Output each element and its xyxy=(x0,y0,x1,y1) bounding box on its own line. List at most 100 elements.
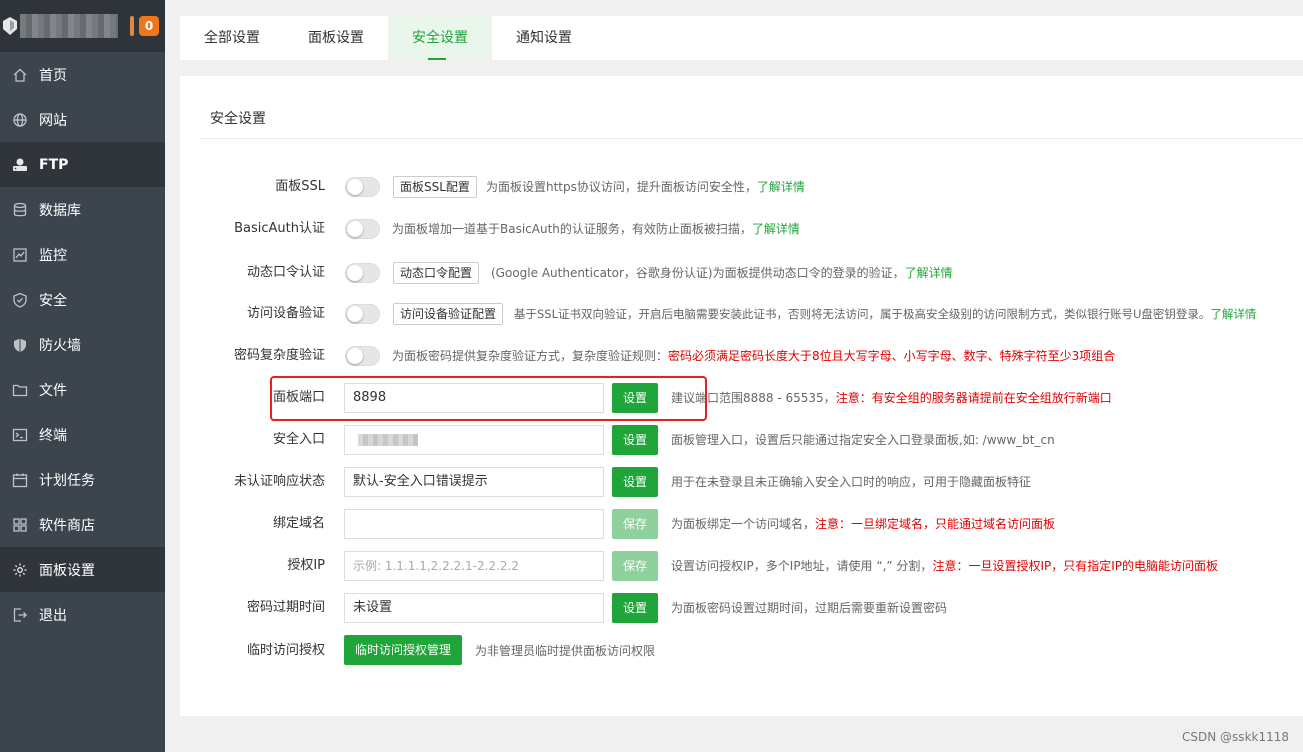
warning-text: 注意：有安全组的服务器请提前在安全组放行新端口 xyxy=(835,391,1112,405)
sidebar-item-label: 网站 xyxy=(39,112,67,129)
warning-text: 注意：一旦绑定域名，只能通过域名访问面板 xyxy=(815,517,1056,531)
field-label: 访问设备验证 xyxy=(246,306,325,321)
description-text: 为面板密码提供复杂度验证方式，复杂度验证规则： xyxy=(392,349,669,363)
learn-more-link[interactable]: 了解详情 xyxy=(752,222,800,236)
password-expire-set-button[interactable]: 设置 xyxy=(612,593,658,623)
sidebar-item-home[interactable]: 首页 xyxy=(0,52,165,97)
row-security-entry: 安全入口 设置 面板管理入口，设置后只能通过指定安全入口登录面板,如: /www… xyxy=(180,424,1303,456)
row-panel-ssl: 面板SSL 面板SSL配置 为面板设置https协议访问，提升面板访问安全性，了… xyxy=(180,171,1303,203)
ssl-config-button[interactable]: 面板SSL配置 xyxy=(393,176,477,198)
sidebar-item-store[interactable]: 软件商店 xyxy=(0,502,165,547)
sidebar-item-label: 终端 xyxy=(39,427,67,444)
globe-icon xyxy=(12,112,28,128)
bind-domain-save-button[interactable]: 保存 xyxy=(612,509,658,539)
field-label: BasicAuth认证 xyxy=(234,221,325,236)
row-basicauth: BasicAuth认证 为面板增加一道基于BasicAuth的认证服务，有效防止… xyxy=(180,213,1303,245)
firewall-icon xyxy=(12,337,28,353)
field-label: 面板SSL xyxy=(275,179,325,194)
sidebar-item-label: 退出 xyxy=(39,607,67,624)
server-name-blurred xyxy=(20,14,118,38)
learn-more-link[interactable]: 了解详情 xyxy=(905,266,953,280)
bind-domain-input[interactable] xyxy=(344,509,604,539)
sidebar-item-label: FTP xyxy=(39,156,69,173)
field-label: 授权IP xyxy=(287,558,325,573)
row-device-verify: 访问设备验证 访问设备验证配置 基于SSL证书双向验证，开启后电脑需要安装此证书… xyxy=(180,298,1303,330)
field-description: 为面板密码提供复杂度验证方式，复杂度验证规则：密码必须满足密码长度大于8位且大写… xyxy=(392,340,1115,372)
ftp-icon xyxy=(12,157,28,173)
panel-title: 安全设置 xyxy=(210,111,266,127)
field-description: 建议端口范围8888 - 65535，注意：有安全组的服务器请提前在安全组放行新… xyxy=(671,382,1112,414)
description-text: (Google Authenticator，谷歌身份认证)为面板提供动态口令的登… xyxy=(491,266,905,280)
password-complexity-toggle[interactable] xyxy=(345,346,380,366)
learn-more-link[interactable]: 了解详情 xyxy=(1210,307,1256,321)
device-config-button[interactable]: 访问设备验证配置 xyxy=(393,303,504,325)
shield-icon xyxy=(12,292,28,308)
temp-auth-manage-button[interactable]: 临时访问授权管理 xyxy=(344,635,463,665)
password-expire-input[interactable]: 未设置 xyxy=(344,593,604,623)
sidebar-item-terminal[interactable]: 终端 xyxy=(0,412,165,457)
field-description: 为面板设置https协议访问，提升面板访问安全性，了解详情 xyxy=(486,171,805,203)
sidebar-item-label: 面板设置 xyxy=(39,562,95,579)
sidebar-item-ftp[interactable]: FTP xyxy=(0,142,165,187)
notification-badge[interactable]: 0 xyxy=(139,16,159,36)
field-description: 为面板增加一道基于BasicAuth的认证服务，有效防止面板被扫描，了解详情 xyxy=(392,213,800,245)
row-temp-auth: 临时访问授权 临时访问授权管理 为非管理员临时提供面板访问权限 xyxy=(180,635,1303,667)
field-label: 动态口令认证 xyxy=(246,265,325,280)
sidebar-item-files[interactable]: 文件 xyxy=(0,367,165,412)
home-icon xyxy=(12,67,28,83)
row-password-expire: 密码过期时间 未设置 设置 为面板密码设置过期时间，过期后需要重新设置密码 xyxy=(180,592,1303,624)
field-description: 基于SSL证书双向验证，开启后电脑需要安装此证书，否则将无法访问，属于极高安全级… xyxy=(514,298,1256,330)
alert-indicator xyxy=(130,16,134,36)
sidebar-item-label: 监控 xyxy=(39,247,67,264)
tab-panel-settings[interactable]: 面板设置 xyxy=(284,16,388,60)
description-text: 为面板绑定一个访问域名， xyxy=(671,517,816,531)
tab-all-settings[interactable]: 全部设置 xyxy=(180,16,284,60)
settings-tabs: 全部设置 面板设置 安全设置 通知设置 xyxy=(180,16,1303,60)
tab-security-settings[interactable]: 安全设置 xyxy=(388,16,492,60)
description-text: 为面板设置https协议访问，提升面板访问安全性， xyxy=(486,180,757,194)
sidebar-item-firewall[interactable]: 防火墙 xyxy=(0,322,165,367)
field-description: 为面板绑定一个访问域名，注意：一旦绑定域名，只能通过域名访问面板 xyxy=(671,508,1055,540)
database-icon xyxy=(12,202,28,218)
sidebar-item-database[interactable]: 数据库 xyxy=(0,187,165,232)
field-label: 未认证响应状态 xyxy=(233,474,325,489)
sidebar-item-cron[interactable]: 计划任务 xyxy=(0,457,165,502)
sidebar-item-security[interactable]: 安全 xyxy=(0,277,165,322)
sidebar-item-logout[interactable]: 退出 xyxy=(0,592,165,637)
otp-config-button[interactable]: 动态口令配置 xyxy=(393,262,480,284)
row-bind-domain: 绑定域名 保存 为面板绑定一个访问域名，注意：一旦绑定域名，只能通过域名访问面板 xyxy=(180,508,1303,540)
row-password-complexity: 密码复杂度验证 为面板密码提供复杂度验证方式，复杂度验证规则：密码必须满足密码长… xyxy=(180,340,1303,372)
ssl-toggle[interactable] xyxy=(345,177,380,197)
description-text: 为面板增加一道基于BasicAuth的认证服务，有效防止面板被扫描， xyxy=(392,222,752,236)
field-description: 设置访问授权IP，多个IP地址，请使用 “,” 分割，注意：一旦设置授权IP，只… xyxy=(671,550,1218,582)
warning-text: 密码必须满足密码长度大于8位且大写字母、小写字母、数字、特殊字符至少3项组合 xyxy=(668,349,1116,363)
highlight-box xyxy=(270,376,707,421)
logo-icon xyxy=(3,17,17,35)
learn-more-link[interactable]: 了解详情 xyxy=(757,180,805,194)
auth-ip-input[interactable]: 示例: 1.1.1.1,2.2.2.1-2.2.2.2 xyxy=(344,551,604,581)
unauth-response-select[interactable]: 默认-安全入口错误提示 xyxy=(344,467,604,497)
device-verify-toggle[interactable] xyxy=(345,304,380,324)
sidebar-item-website[interactable]: 网站 xyxy=(0,97,165,142)
field-label: 临时访问授权 xyxy=(246,643,325,658)
unauth-response-set-button[interactable]: 设置 xyxy=(612,467,658,497)
auth-ip-save-button[interactable]: 保存 xyxy=(612,551,658,581)
sidebar-header: 0 xyxy=(0,0,165,52)
warning-text: 注意：一旦设置授权IP，只有指定IP的电脑能访问面板 xyxy=(932,559,1218,573)
sidebar-item-panel-settings[interactable]: 面板设置 xyxy=(0,547,165,592)
otp-toggle[interactable] xyxy=(345,263,380,283)
security-entry-set-button[interactable]: 设置 xyxy=(612,425,658,455)
basicauth-toggle[interactable] xyxy=(345,219,380,239)
divider xyxy=(200,138,1303,139)
row-otp: 动态口令认证 动态口令配置 (Google Authenticator，谷歌身份… xyxy=(180,257,1303,289)
sidebar-item-label: 防火墙 xyxy=(39,337,81,354)
field-description: 面板管理入口，设置后只能通过指定安全入口登录面板,如: /www_bt_cn xyxy=(671,433,1055,447)
field-label: 安全入口 xyxy=(272,432,325,447)
sidebar-item-monitor[interactable]: 监控 xyxy=(0,232,165,277)
sidebar-item-label: 文件 xyxy=(39,382,67,399)
sidebar-item-label: 首页 xyxy=(39,67,67,84)
sidebar-item-label: 计划任务 xyxy=(39,472,95,489)
tab-notification-settings[interactable]: 通知设置 xyxy=(492,16,596,60)
field-label: 密码复杂度验证 xyxy=(233,348,325,363)
blurred-entry-value xyxy=(358,434,418,446)
